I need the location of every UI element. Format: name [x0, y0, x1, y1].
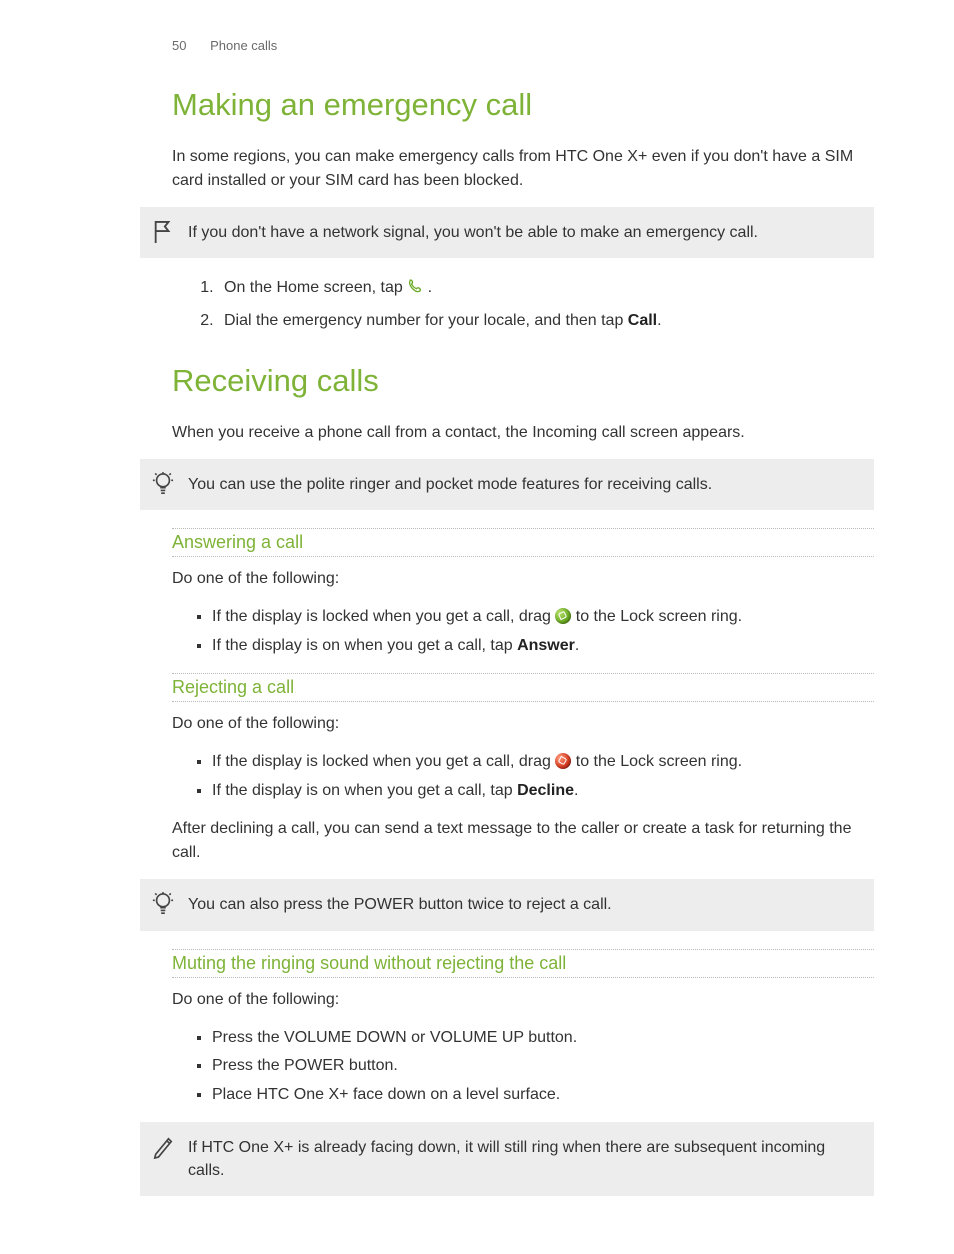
bullet-item: If the display is locked when you get a …: [212, 605, 874, 630]
subheading-rejecting: Rejecting a call: [172, 673, 874, 702]
section-name: Phone calls: [210, 38, 277, 53]
note-text: If HTC One X+ is already facing down, it…: [188, 1139, 825, 1179]
page-number: 50: [172, 38, 186, 53]
bullet-text: If the display is locked when you get a …: [212, 753, 555, 770]
note-text: If you don't have a network signal, you …: [188, 224, 758, 241]
lead-text: Do one of the following:: [172, 567, 874, 591]
keyword-decline: Decline: [517, 782, 574, 799]
bullet-list: If the display is locked when you get a …: [190, 605, 874, 659]
step-text: .: [657, 312, 661, 329]
heading-receiving: Receiving calls: [172, 363, 874, 399]
subheading-muting: Muting the ringing sound without rejecti…: [172, 949, 874, 978]
bullet-item: If the display is on when you get a call…: [212, 634, 874, 659]
phone-green-icon: [555, 608, 571, 624]
bullet-item: If the display is locked when you get a …: [212, 750, 874, 775]
flag-icon: [152, 219, 174, 245]
page-header: 50 Phone calls: [172, 38, 874, 53]
paragraph: After declining a call, you can send a t…: [172, 817, 874, 865]
lightbulb-icon: [152, 891, 174, 917]
note-flag: If you don't have a network signal, you …: [140, 207, 874, 258]
subsection-wrap: Answering a call: [172, 528, 874, 557]
step-text: On the Home screen, tap: [224, 279, 407, 296]
pencil-icon: [152, 1134, 174, 1160]
keyword-answer: Answer: [517, 637, 575, 654]
bullet-list: If the display is locked when you get a …: [190, 750, 874, 804]
document-page: 50 Phone calls Making an emergency call …: [0, 0, 954, 1254]
subsection-wrap: Muting the ringing sound without rejecti…: [172, 949, 874, 978]
lightbulb-icon: [152, 471, 174, 497]
phone-icon: [407, 278, 423, 303]
paragraph: In some regions, you can make emergency …: [172, 145, 874, 193]
bullet-text: If the display is locked when you get a …: [212, 608, 555, 625]
paragraph: When you receive a phone call from a con…: [172, 421, 874, 445]
bullet-item: Press the POWER button.: [212, 1054, 874, 1079]
bullet-text: .: [574, 782, 578, 799]
step-item: Dial the emergency number for your local…: [218, 309, 874, 334]
subsection-wrap: Rejecting a call: [172, 673, 874, 702]
step-item: On the Home screen, tap .: [218, 276, 874, 303]
bullet-text: .: [575, 637, 579, 654]
tip-text: You can use the polite ringer and pocket…: [188, 476, 712, 493]
keyword-call: Call: [628, 312, 657, 329]
bullet-item: Press the VOLUME DOWN or VOLUME UP butto…: [212, 1026, 874, 1051]
step-text: Dial the emergency number for your local…: [224, 312, 628, 329]
bullet-item: If the display is on when you get a call…: [212, 779, 874, 804]
heading-emergency: Making an emergency call: [172, 87, 874, 123]
bullet-text: If the display is on when you get a call…: [212, 637, 517, 654]
phone-red-icon: [555, 753, 571, 769]
bullet-item: Place HTC One X+ face down on a level su…: [212, 1083, 874, 1108]
lead-text: Do one of the following:: [172, 988, 874, 1012]
bullet-list: Press the VOLUME DOWN or VOLUME UP butto…: [190, 1026, 874, 1108]
bullet-text: to the Lock screen ring.: [576, 753, 742, 770]
tip-callout: You can use the polite ringer and pocket…: [140, 459, 874, 510]
tip-text: You can also press the POWER button twic…: [188, 896, 612, 913]
subheading-answering: Answering a call: [172, 528, 874, 557]
lead-text: Do one of the following:: [172, 712, 874, 736]
bullet-text: If the display is on when you get a call…: [212, 782, 517, 799]
bullet-text: to the Lock screen ring.: [576, 608, 742, 625]
steps-list: On the Home screen, tap . Dial the emerg…: [190, 276, 874, 334]
tip-callout: You can also press the POWER button twic…: [140, 879, 874, 930]
step-text: .: [428, 279, 432, 296]
note-callout: If HTC One X+ is already facing down, it…: [140, 1122, 874, 1196]
